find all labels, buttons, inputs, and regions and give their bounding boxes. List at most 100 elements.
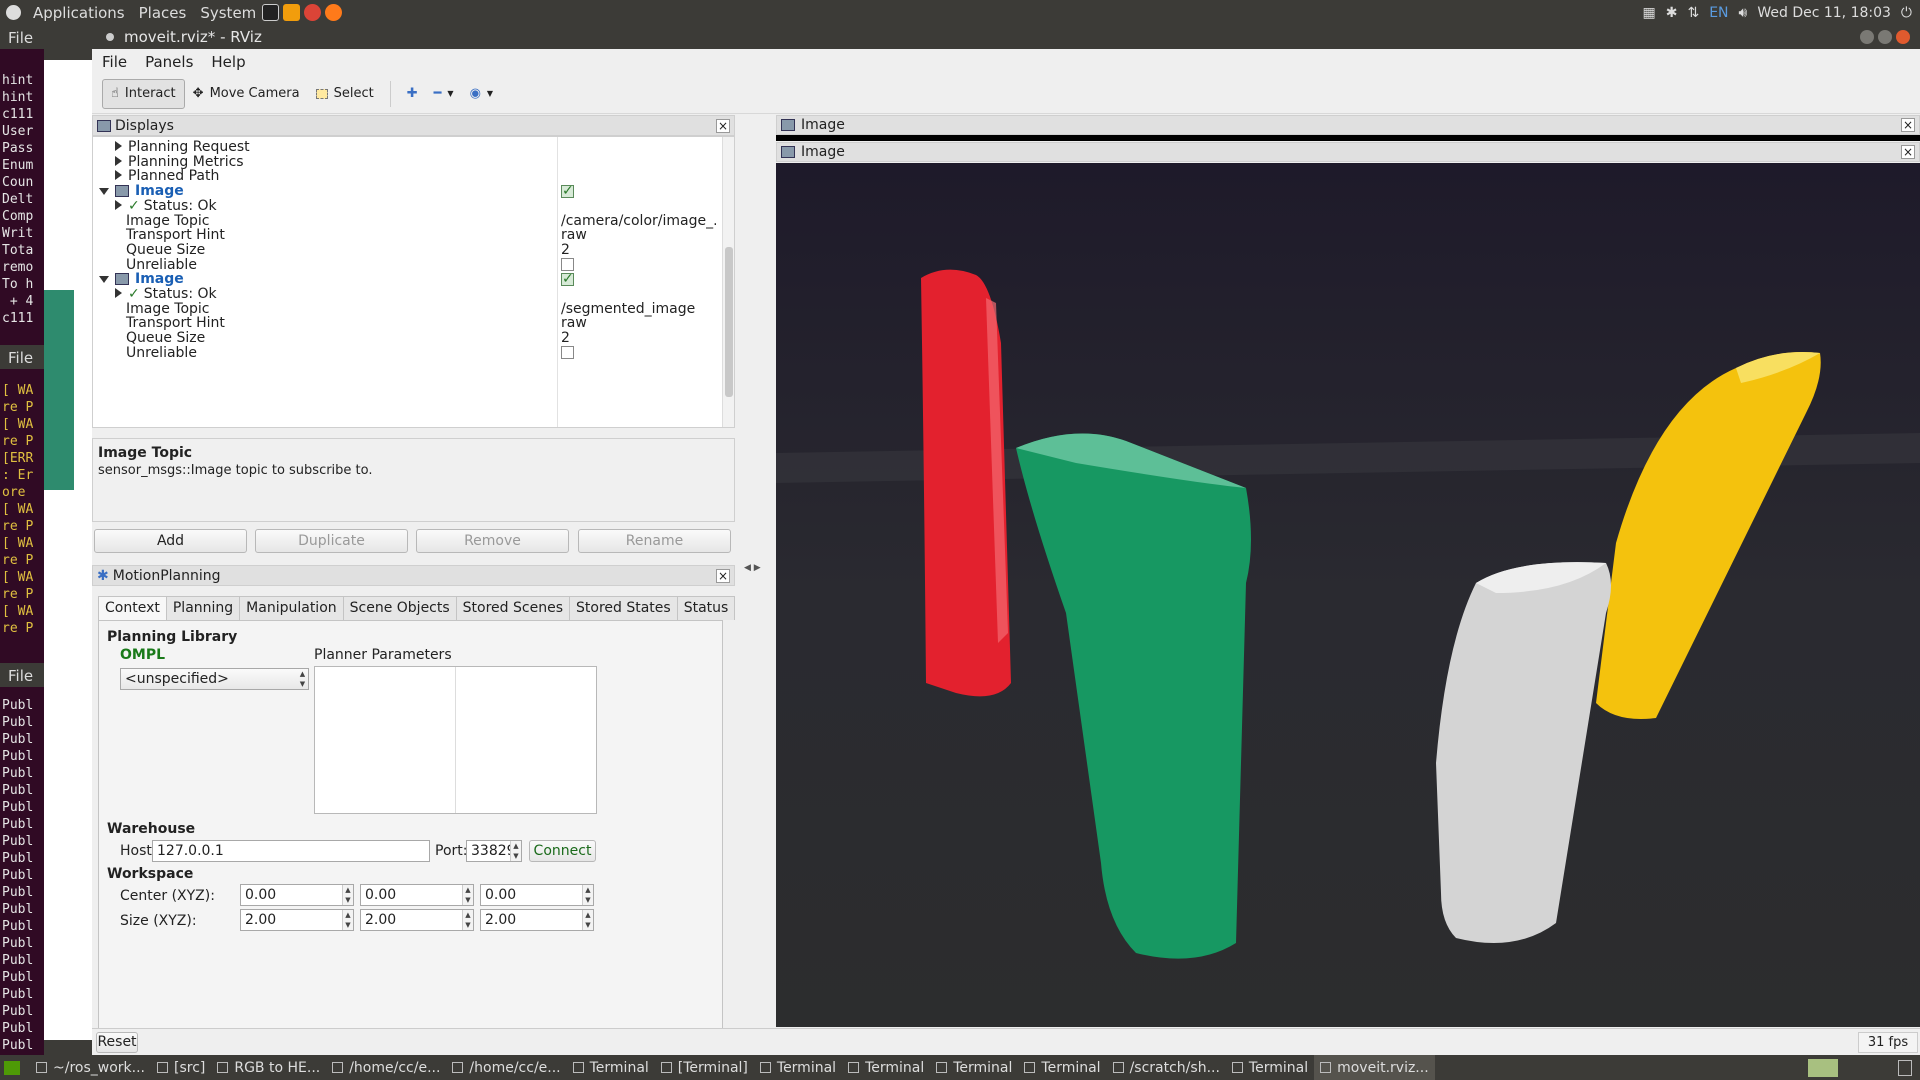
tab-context[interactable]: Context xyxy=(98,596,167,621)
terminal-launcher-icon[interactable] xyxy=(262,4,280,21)
tab-status[interactable]: Status xyxy=(676,596,736,620)
tab-manipulation[interactable]: Manipulation xyxy=(239,596,344,620)
stepper-arrows-icon[interactable]: ▲ ▼ xyxy=(342,910,353,930)
ubuntu-logo-icon[interactable] xyxy=(6,5,21,20)
menu-panels[interactable]: Panels xyxy=(145,53,193,71)
menu-places[interactable]: Places xyxy=(139,4,187,22)
image-panel-1-header[interactable]: Image × xyxy=(776,115,1920,135)
menu-applications[interactable]: Applications xyxy=(33,4,125,22)
motion-planning-header[interactable]: ✱ MotionPlanning × xyxy=(92,565,735,586)
workspace-indicator[interactable] xyxy=(1808,1058,1838,1077)
remove-button[interactable]: Remove xyxy=(416,529,569,553)
power-icon[interactable]: ⏻ xyxy=(1901,5,1912,21)
display-tree-row[interactable]: Unreliable xyxy=(93,344,718,362)
firefox-launcher-icon[interactable] xyxy=(325,4,343,21)
expand-arrow-icon[interactable] xyxy=(115,141,122,151)
taskbar-item[interactable]: Terminal xyxy=(930,1055,1018,1080)
size-x-stepper[interactable]: 2.00 ▲ ▼ xyxy=(240,909,354,931)
stepper-arrows-icon[interactable]: ▲ ▼ xyxy=(462,910,473,930)
close-panel-icon[interactable]: × xyxy=(1901,118,1915,132)
clock[interactable]: Wed Dec 11, 18:03 xyxy=(1757,5,1891,21)
taskbar-item[interactable]: Terminal xyxy=(567,1055,655,1080)
add-button[interactable]: Add xyxy=(94,529,247,553)
scrollbar-thumb[interactable] xyxy=(725,247,733,397)
stepper-arrows-icon[interactable]: ▲ ▼ xyxy=(582,885,593,905)
workspace-switcher-icon[interactable]: ▦ xyxy=(1642,5,1655,21)
displays-scrollbar[interactable] xyxy=(722,137,734,427)
host-input[interactable]: 127.0.0.1 xyxy=(152,840,430,862)
rename-button[interactable]: Rename xyxy=(578,529,731,553)
center-x-stepper[interactable]: 0.00 ▲ ▼ xyxy=(240,884,354,906)
chrome-launcher-icon[interactable] xyxy=(304,4,322,21)
window-menu-icon[interactable] xyxy=(106,33,114,41)
terminal-2-file-menu[interactable]: File xyxy=(0,345,44,369)
maximize-button[interactable] xyxy=(1878,30,1892,44)
network-icon[interactable]: ⇅ xyxy=(1687,5,1699,21)
menu-file[interactable]: File xyxy=(102,53,127,71)
taskbar-item[interactable]: moveit.rviz... xyxy=(1314,1055,1435,1080)
window-titlebar[interactable]: moveit.rviz* - RViz xyxy=(92,25,1920,49)
trash-icon[interactable] xyxy=(1898,1059,1912,1076)
tab-stored-scenes[interactable]: Stored Scenes xyxy=(455,596,570,620)
stepper-arrows-icon[interactable]: ▲ ▼ xyxy=(582,910,593,930)
taskbar-item[interactable]: Terminal xyxy=(842,1055,930,1080)
expand-arrow-icon[interactable] xyxy=(115,199,122,210)
add-tool-button[interactable]: ✚ xyxy=(399,79,426,109)
stepper-arrows-icon[interactable]: ▲ ▼ xyxy=(462,885,473,905)
terminal-3-file-menu[interactable]: File xyxy=(0,663,44,687)
port-stepper[interactable]: 33829 ▲ ▼ xyxy=(466,840,522,862)
menu-help[interactable]: Help xyxy=(211,53,245,71)
tab-scene-objects[interactable]: Scene Objects xyxy=(342,596,457,620)
tab-stored-states[interactable]: Stored States xyxy=(569,596,678,620)
reset-button[interactable]: Reset xyxy=(96,1032,138,1053)
stepper-arrows-icon[interactable]: ▲ ▼ xyxy=(510,841,521,861)
stepper-arrows-icon[interactable]: ▲ ▼ xyxy=(342,885,353,905)
duplicate-button[interactable]: Duplicate xyxy=(255,529,408,553)
keyboard-layout[interactable]: EN xyxy=(1709,5,1728,21)
center-z-stepper[interactable]: 0.00 ▲ ▼ xyxy=(480,884,594,906)
taskbar-item[interactable]: /home/cc/e... xyxy=(326,1055,446,1080)
camera-image-view[interactable] xyxy=(776,163,1920,1027)
size-y-stepper[interactable]: 2.00 ▲ ▼ xyxy=(360,909,474,931)
enabled-checkbox[interactable] xyxy=(561,270,574,288)
unreliable-checkbox[interactable] xyxy=(561,346,574,360)
remove-tool-button[interactable]: ━ ▼ xyxy=(426,79,462,109)
splitter-handle-icon[interactable]: ◀ ▶ xyxy=(744,563,761,573)
taskbar-item[interactable]: /scratch/sh... xyxy=(1107,1055,1226,1080)
bluetooth-icon[interactable]: ✱ xyxy=(1666,5,1678,21)
expand-arrow-icon[interactable] xyxy=(99,188,109,196)
close-panel-icon[interactable]: × xyxy=(716,568,730,583)
close-window-button[interactable] xyxy=(1896,30,1910,44)
displays-header[interactable]: Displays × xyxy=(92,115,735,136)
tab-planning[interactable]: Planning xyxy=(165,596,241,620)
unreliable-checkbox[interactable] xyxy=(561,258,574,272)
sublime-launcher-icon[interactable] xyxy=(283,4,301,21)
center-y-stepper[interactable]: 0.00 ▲ ▼ xyxy=(360,884,474,906)
view-tool-button[interactable]: ◉ ▼ xyxy=(462,79,502,109)
taskbar-item[interactable]: RGB to HE... xyxy=(211,1055,326,1080)
close-panel-icon[interactable]: × xyxy=(1901,145,1915,159)
terminal-1-file-menu[interactable]: File xyxy=(0,25,44,49)
close-panel-icon[interactable]: × xyxy=(716,118,730,133)
taskbar-item[interactable]: Terminal xyxy=(1018,1055,1106,1080)
expand-arrow-icon[interactable] xyxy=(99,276,109,284)
image-panel-2-header[interactable]: Image × xyxy=(776,142,1920,162)
move-camera-tool[interactable]: ✥ Move Camera xyxy=(185,79,308,109)
taskbar-item[interactable]: ~/ros_work... xyxy=(30,1055,151,1080)
taskbar-item[interactable]: [src] xyxy=(151,1055,211,1080)
connect-button[interactable]: Connect xyxy=(529,840,596,862)
show-desktop-icon[interactable] xyxy=(4,1060,20,1075)
expand-arrow-icon[interactable] xyxy=(115,155,122,166)
taskbar-item[interactable]: Terminal xyxy=(754,1055,842,1080)
interact-tool[interactable]: ☝ Interact xyxy=(102,78,185,109)
menu-system[interactable]: System xyxy=(200,4,256,22)
expand-arrow-icon[interactable] xyxy=(115,288,122,298)
expand-arrow-icon[interactable] xyxy=(115,170,122,181)
enabled-checkbox[interactable] xyxy=(561,182,574,200)
taskbar-item[interactable]: Terminal xyxy=(1226,1055,1314,1080)
minimize-button[interactable] xyxy=(1860,30,1874,44)
taskbar-item[interactable]: /home/cc/e... xyxy=(446,1055,566,1080)
taskbar-item[interactable]: [Terminal] xyxy=(655,1055,754,1080)
planner-select[interactable]: <unspecified> ▲ ▼ xyxy=(120,668,309,690)
size-z-stepper[interactable]: 2.00 ▲ ▼ xyxy=(480,909,594,931)
